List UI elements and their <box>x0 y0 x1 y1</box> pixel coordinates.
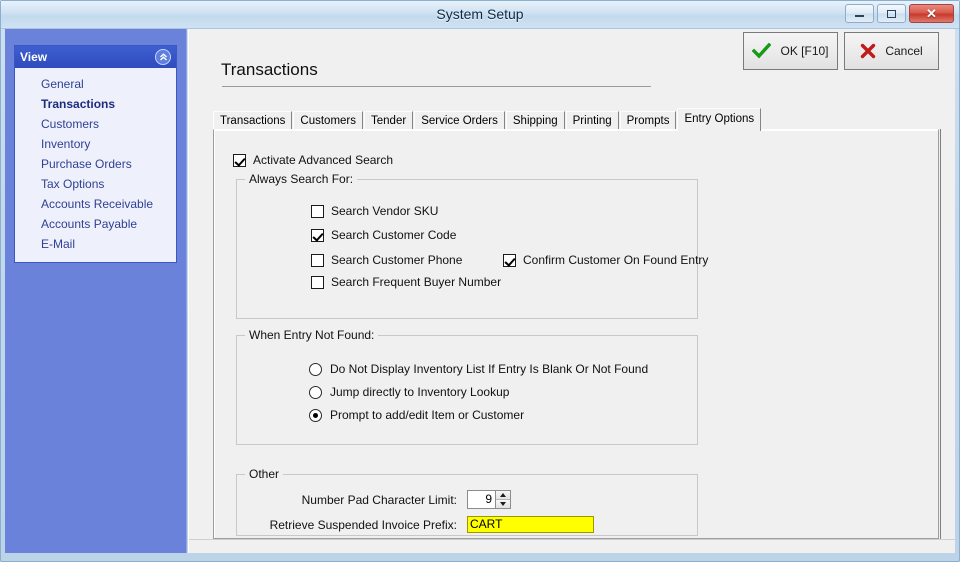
tab-printing[interactable]: Printing <box>565 111 619 130</box>
search-customer-code-label: Search Customer Code <box>331 228 457 242</box>
confirm-customer-on-found-entry-checkbox[interactable]: Confirm Customer On Found Entry <box>503 253 708 267</box>
sidebar-item-inventory[interactable]: Inventory <box>15 134 176 154</box>
radio-prompt-label: Prompt to add/edit Item or Customer <box>330 408 525 422</box>
tab-entry-options[interactable]: Entry Options <box>677 108 762 131</box>
sidebar-item-customers[interactable]: Customers <box>15 114 176 134</box>
cancel-button-label: Cancel <box>885 44 923 58</box>
tab-shipping[interactable]: Shipping <box>505 111 565 130</box>
radio-do-not-display-inventory-list[interactable]: Do Not Display Inventory List If Entry I… <box>309 362 648 376</box>
title-divider <box>222 86 651 87</box>
tab-strip: Transactions Customers Tender Service Or… <box>213 108 933 131</box>
search-vendor-sku-label: Search Vendor SKU <box>331 204 439 218</box>
window-title: System Setup <box>436 6 524 22</box>
confirm-customer-label: Confirm Customer On Found Entry <box>523 253 709 267</box>
invoice-prefix-input[interactable]: CART <box>467 516 594 533</box>
stepper-up-icon[interactable] <box>496 491 510 500</box>
cancel-button[interactable]: Cancel <box>844 32 939 70</box>
search-customer-phone-label: Search Customer Phone <box>331 253 463 267</box>
view-panel: View General Transactions Customers Inve… <box>14 45 177 263</box>
stepper-buttons <box>495 491 510 508</box>
tab-prompts[interactable]: Prompts <box>619 111 677 130</box>
other-legend: Other <box>245 467 284 481</box>
radio-dot <box>309 362 322 376</box>
when-entry-not-found-legend: When Entry Not Found: <box>245 328 379 342</box>
radio-dot <box>309 385 322 399</box>
radio-jump-to-inventory-lookup[interactable]: Jump directly to Inventory Lookup <box>309 385 509 399</box>
sidebar-item-accounts-payable[interactable]: Accounts Payable <box>15 214 176 234</box>
when-entry-not-found-group: When Entry Not Found: Do Not Display Inv… <box>236 328 698 445</box>
status-strip <box>189 539 955 553</box>
checkbox-box <box>311 228 324 242</box>
chevron-up-icon[interactable] <box>155 49 171 65</box>
number-pad-value: 9 <box>485 492 492 506</box>
checkbox-box <box>311 204 324 218</box>
search-frequent-buyer-number-label: Search Frequent Buyer Number <box>331 275 502 289</box>
system-setup-window: System Setup ✕ View General Transactions… <box>0 0 960 562</box>
sidebar-item-tax-options[interactable]: Tax Options <box>15 174 176 194</box>
number-pad-character-limit-label: Number Pad Character Limit: <box>301 493 457 507</box>
client-area: View General Transactions Customers Inve… <box>5 29 955 559</box>
sidebar: View General Transactions Customers Inve… <box>5 29 187 553</box>
activate-advanced-search-label: Activate Advanced Search <box>253 153 394 167</box>
x-icon <box>860 43 876 59</box>
close-icon[interactable]: ✕ <box>909 4 954 23</box>
dialog-actions: OK [F10] Cancel <box>743 32 939 70</box>
view-panel-title: View <box>20 50 48 64</box>
view-item-list: General Transactions Customers Inventory… <box>15 68 176 262</box>
retrieve-suspended-invoice-prefix-label: Retrieve Suspended Invoice Prefix: <box>269 518 457 532</box>
view-panel-header: View <box>15 46 176 68</box>
number-pad-character-limit-stepper[interactable]: 9 <box>467 490 511 509</box>
entry-options-panel: Activate Advanced Search Always Search F… <box>213 129 939 539</box>
activate-advanced-search-checkbox[interactable]: Activate Advanced Search <box>233 153 393 167</box>
always-search-for-group: Always Search For: Search Vendor SKU Sea… <box>236 172 708 319</box>
window-controls: ✕ <box>845 4 954 23</box>
radio-jump-label: Jump directly to Inventory Lookup <box>330 385 510 399</box>
tab-tender[interactable]: Tender <box>364 111 414 130</box>
checkbox-box <box>233 153 246 167</box>
sidebar-item-accounts-receivable[interactable]: Accounts Receivable <box>15 194 176 214</box>
sidebar-item-purchase-orders[interactable]: Purchase Orders <box>15 154 176 174</box>
tab-customers[interactable]: Customers <box>293 111 364 130</box>
radio-dot <box>309 408 322 422</box>
check-icon <box>752 43 772 59</box>
minimize-icon[interactable] <box>845 4 874 23</box>
restore-icon[interactable] <box>877 4 906 23</box>
search-customer-code-checkbox[interactable]: Search Customer Code <box>311 228 456 242</box>
ok-button-label: OK [F10] <box>780 44 829 58</box>
ok-button[interactable]: OK [F10] <box>743 32 838 70</box>
content-pane: Transactions OK [F10] Cancel Transaction… <box>188 29 955 553</box>
always-search-for-legend: Always Search For: <box>245 172 358 186</box>
checkbox-box <box>311 275 324 289</box>
tab-transactions[interactable]: Transactions <box>213 111 293 130</box>
search-vendor-sku-checkbox[interactable]: Search Vendor SKU <box>311 204 438 218</box>
radio-do-not-display-label: Do Not Display Inventory List If Entry I… <box>330 362 649 376</box>
checkbox-box <box>311 253 324 267</box>
search-customer-phone-checkbox[interactable]: Search Customer Phone <box>311 253 462 267</box>
other-group: Other Number Pad Character Limit: 9 Retr… <box>236 467 698 536</box>
sidebar-item-general[interactable]: General <box>15 74 176 94</box>
sidebar-item-transactions[interactable]: Transactions <box>15 94 176 114</box>
checkbox-box <box>503 253 516 267</box>
search-frequent-buyer-number-checkbox[interactable]: Search Frequent Buyer Number <box>311 275 501 289</box>
radio-prompt-to-add-edit[interactable]: Prompt to add/edit Item or Customer <box>309 408 524 422</box>
page-title: Transactions <box>221 60 318 79</box>
stepper-down-icon[interactable] <box>496 500 510 508</box>
sidebar-item-email[interactable]: E-Mail <box>15 234 176 254</box>
tab-service-orders[interactable]: Service Orders <box>414 111 505 130</box>
title-bar: System Setup ✕ <box>1 1 959 29</box>
